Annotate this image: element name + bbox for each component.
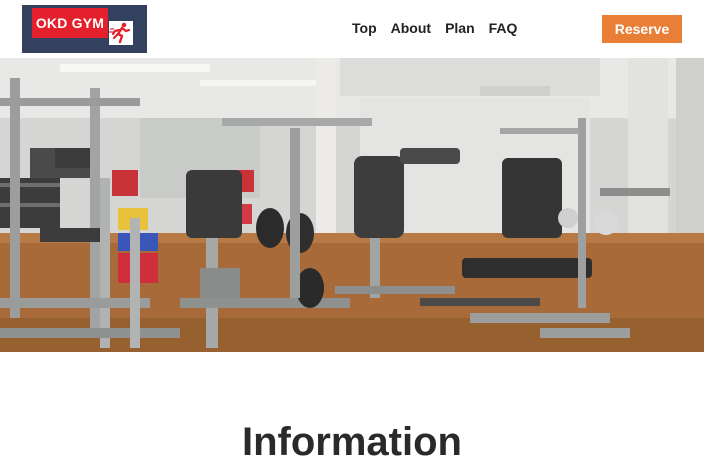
nav-link-about[interactable]: About (391, 19, 431, 37)
logo[interactable]: OKD GYM (22, 5, 147, 53)
nav-link-plan[interactable]: Plan (445, 19, 475, 37)
logo-text: OKD GYM (35, 15, 105, 31)
nav-link-top[interactable]: Top (352, 19, 377, 37)
nav-link-faq[interactable]: FAQ (489, 19, 518, 37)
hero-image (0, 58, 704, 352)
reserve-button[interactable]: Reserve (602, 15, 682, 43)
running-person-icon (109, 21, 133, 45)
section-title-information: Information (242, 420, 462, 464)
logo-badge: OKD GYM (32, 8, 108, 38)
main-nav: Top About Plan FAQ (352, 19, 517, 37)
site-header: OKD GYM Top About Plan FAQ Reserve (0, 0, 704, 58)
